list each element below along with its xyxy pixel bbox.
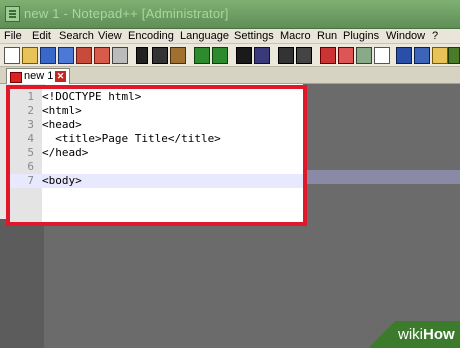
code-line[interactable]: 6 [10,160,303,174]
save-icon[interactable] [40,47,56,64]
code-line[interactable]: 3 <head> [10,118,303,132]
all-chars-icon[interactable] [374,47,390,64]
save-all-icon[interactable] [58,47,74,64]
line-text: <title>Page Title</title> [42,132,221,145]
line-text: </head> [42,146,89,159]
line-text: <!DOCTYPE html> [42,90,142,103]
line-number: 4 [27,132,34,145]
window-title: new 1 - Notepad++ [Administrator] [24,6,229,21]
editor-overlay-below [0,219,303,348]
code-line[interactable]: 5 </head> [10,146,303,160]
line-text: <head> [42,118,82,131]
notepad-app-icon [5,6,20,22]
menu-search[interactable]: Search [59,29,94,43]
zoom-out-icon[interactable] [296,47,312,64]
title-bar[interactable]: new 1 - Notepad++ [Administrator] [0,0,460,29]
sync-vertical-icon[interactable] [320,47,336,64]
redo-icon[interactable] [212,47,228,64]
line-number: 5 [27,146,34,159]
line-text: <html> [42,104,82,117]
line-number: 1 [27,90,34,103]
line-number: 2 [27,104,34,117]
copy-icon[interactable] [152,47,168,64]
open-file-icon[interactable] [22,47,38,64]
print-icon[interactable] [112,47,128,64]
wikihow-watermark: wikiHow [370,321,460,348]
code-pane[interactable]: 1 <!DOCTYPE html> 2 <html> 3 <head> 4 <t… [10,89,303,222]
line-number: 7 [27,174,34,187]
watermark-suffix: How [423,326,455,343]
menu-run[interactable]: Run [317,29,337,43]
code-line[interactable]: 1 <!DOCTYPE html> [10,90,303,104]
function-list-icon[interactable] [448,47,460,64]
menu-edit[interactable]: Edit [32,29,51,43]
menu-window[interactable]: Window [386,29,425,43]
find-icon[interactable] [236,47,252,64]
unsaved-file-icon [10,72,22,83]
menu-plugins[interactable]: Plugins [343,29,379,43]
line-text: <body> [42,174,82,187]
menu-help[interactable]: ? [432,29,438,43]
editor-overlay-right [303,84,460,348]
undo-icon[interactable] [194,47,210,64]
replace-icon[interactable] [254,47,270,64]
doc-map-icon[interactable] [432,47,448,64]
menu-encoding[interactable]: Encoding [128,29,174,43]
paste-icon[interactable] [170,47,186,64]
code-line-current[interactable]: 7 <body> [10,174,303,188]
indent-guide-icon[interactable] [396,47,412,64]
line-number: 3 [27,118,34,131]
toolbar [0,44,460,67]
notepadpp-window: new 1 - Notepad++ [Administrator] File E… [0,0,460,348]
code-line[interactable]: 4 <title>Page Title</title> [10,132,303,146]
tab-label: new 1 [24,70,54,82]
new-file-icon[interactable] [4,47,20,64]
cut-icon[interactable] [136,47,148,64]
highlight-box: 1 <!DOCTYPE html> 2 <html> 3 <head> 4 <t… [6,85,307,226]
close-all-icon[interactable] [94,47,110,64]
sync-horizontal-icon[interactable] [338,47,354,64]
tab-bar: new 1 ✕ [0,67,460,84]
menu-file[interactable]: File [4,29,22,43]
tab-new-1[interactable]: new 1 ✕ [6,68,70,84]
code-line[interactable]: 2 <html> [10,104,303,118]
gutter-overlay-below [0,219,44,348]
line-number: 6 [27,160,34,173]
user-lang-icon[interactable] [414,47,430,64]
current-line-highlight-extension [303,170,460,184]
menu-view[interactable]: View [98,29,122,43]
watermark-text: wikiHow [398,326,455,343]
watermark-prefix: wiki [398,326,423,343]
menu-macro[interactable]: Macro [280,29,311,43]
menu-settings[interactable]: Settings [234,29,274,43]
close-icon[interactable] [76,47,92,64]
tab-close-icon[interactable]: ✕ [55,71,66,82]
menu-bar: File Edit Search View Encoding Language … [0,29,460,44]
word-wrap-icon[interactable] [356,47,372,64]
menu-language[interactable]: Language [180,29,229,43]
zoom-in-icon[interactable] [278,47,294,64]
